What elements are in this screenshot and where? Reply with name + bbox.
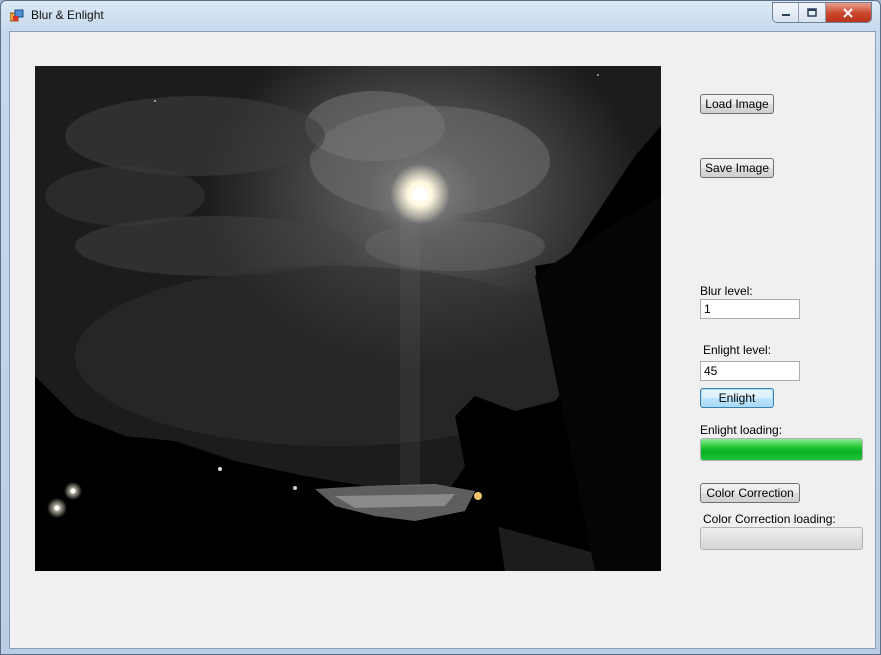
window-title: Blur & Enlight (31, 8, 104, 22)
color-correction-button[interactable]: Color Correction (700, 483, 800, 503)
close-button[interactable] (825, 3, 871, 22)
enlight-progress-fill (701, 439, 862, 460)
enlight-loading-label: Enlight loading: (700, 423, 783, 437)
minimize-button[interactable] (773, 3, 800, 22)
blur-level-label: Blur level: (700, 284, 753, 298)
maximize-button[interactable] (799, 3, 826, 22)
maximize-icon (807, 8, 817, 17)
close-icon (843, 7, 854, 18)
color-correction-progress-bar (700, 527, 863, 550)
night-sky-image (35, 66, 661, 571)
enlight-progress-bar (700, 438, 863, 461)
load-image-button[interactable]: Load Image (700, 94, 774, 114)
minimize-icon (781, 13, 790, 16)
enlight-level-label: Enlight level: (703, 343, 772, 357)
title-bar[interactable]: Blur & Enlight (1, 1, 880, 31)
app-icon (10, 9, 24, 22)
blur-level-input[interactable] (700, 299, 800, 319)
enlight-level-input[interactable] (700, 361, 800, 381)
enlight-button[interactable]: Enlight (700, 388, 774, 408)
color-correction-loading-label: Color Correction loading: (703, 512, 836, 526)
caption-buttons (772, 2, 872, 23)
client-area: Load Image Save Image Blur level: Enligh… (9, 31, 876, 649)
main-window: Blur & Enlight Load Image Save Image Blu… (0, 0, 881, 655)
save-image-button[interactable]: Save Image (700, 158, 774, 178)
image-preview (35, 66, 661, 571)
